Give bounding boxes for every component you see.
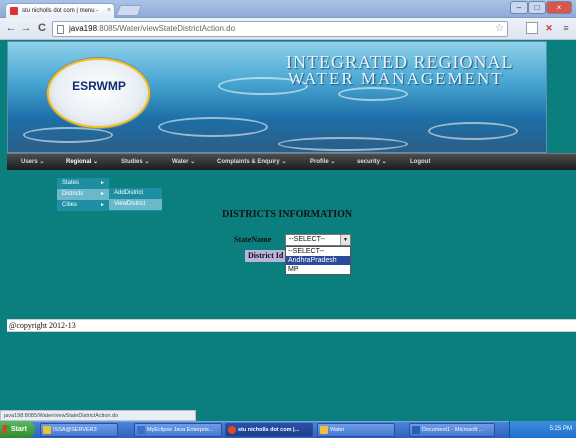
esrwmp-logo bbox=[47, 58, 150, 128]
page-action-icon[interactable] bbox=[526, 22, 538, 34]
taskbar-item[interactable]: Water bbox=[317, 423, 395, 437]
submenu-add-district[interactable]: AddDistrict bbox=[109, 188, 162, 199]
start-label: Start bbox=[11, 426, 27, 433]
state-option[interactable]: AndhraPradesh bbox=[286, 256, 350, 265]
page-icon bbox=[57, 25, 64, 34]
url-path: :8085/Water/viewStateDistrictAction.do bbox=[97, 24, 236, 33]
water-ripple bbox=[158, 117, 268, 137]
menu-logout[interactable]: Logout bbox=[410, 154, 430, 171]
menu-profile[interactable]: Profile ⌄ bbox=[310, 154, 335, 171]
taskbar-item[interactable]: Document1 - Microsoft ... bbox=[409, 423, 495, 437]
menu-studies[interactable]: Studies ⌄ bbox=[121, 154, 149, 171]
state-select[interactable]: --SELECT-- ▼ bbox=[285, 234, 351, 246]
menu-security[interactable]: security ⌄ bbox=[357, 154, 387, 171]
menu-users[interactable]: Users ⌄ bbox=[21, 154, 44, 171]
state-select-value: --SELECT-- bbox=[289, 236, 326, 243]
taskbar-item-label: Water bbox=[330, 427, 345, 433]
server-icon bbox=[43, 426, 51, 434]
water-ripple bbox=[278, 137, 408, 151]
minimize-button[interactable]: – bbox=[510, 1, 528, 14]
menu-water[interactable]: Water ⌄ bbox=[172, 154, 195, 171]
taskbar-item-label: MyEclipse Java Enterpris... bbox=[147, 427, 214, 433]
tab-close-icon[interactable]: × bbox=[107, 4, 111, 18]
submenu-view-district[interactable]: ViewDistrict bbox=[109, 199, 162, 210]
menu-regional[interactable]: Regional ⌄ bbox=[66, 154, 98, 171]
state-option[interactable]: --SELECT-- bbox=[286, 247, 350, 256]
submenu-arrow-icon: ► bbox=[100, 180, 105, 186]
favicon-icon bbox=[10, 7, 18, 15]
system-tray: 5:25 PM bbox=[509, 421, 576, 438]
submenu-arrow-icon: ► bbox=[100, 191, 105, 197]
taskbar-item[interactable]: MyEclipse Java Enterpris... bbox=[134, 423, 222, 437]
state-dropdown-list: --SELECT-- AndhraPradesh MP bbox=[285, 246, 351, 275]
submenu-cities[interactable]: Cities ► bbox=[57, 200, 109, 211]
water-ripple bbox=[428, 122, 518, 140]
browser-tab[interactable]: stu nicholls dot com | menu - × bbox=[5, 3, 115, 18]
water-ripple bbox=[338, 87, 408, 101]
wrench-menu-icon[interactable]: ≡ bbox=[560, 22, 572, 34]
url-host: java198 bbox=[69, 24, 98, 33]
forward-icon[interactable]: → bbox=[19, 21, 33, 35]
word-icon bbox=[412, 426, 420, 434]
address-bar[interactable]: java198:8085/Water/viewStateDistrictActi… bbox=[52, 21, 508, 37]
chrome-icon bbox=[228, 426, 236, 434]
folder-icon bbox=[320, 426, 328, 434]
submenu-states-label: States bbox=[62, 180, 80, 186]
state-name-label: StateName bbox=[234, 235, 272, 244]
taskbar-item-label: ISSA@SERVER3 bbox=[53, 427, 97, 433]
state-option[interactable]: MP bbox=[286, 265, 350, 274]
browser-status-bar: java198:8085/Water/viewStateDistrictActi… bbox=[0, 410, 196, 421]
district-id-label: District Id bbox=[245, 250, 286, 262]
submenu-arrow-icon: ► bbox=[100, 202, 105, 208]
windows-flag-icon bbox=[3, 425, 10, 433]
copyright-footer: @copyright 2012-13 bbox=[7, 319, 576, 332]
chevron-down-icon[interactable]: ▼ bbox=[340, 235, 350, 245]
extension-icon[interactable]: ✕ bbox=[543, 22, 555, 34]
taskbar-item-label: stu nicholls dot com |... bbox=[238, 427, 300, 433]
taskbar-item-label: Document1 - Microsoft ... bbox=[422, 427, 484, 433]
bookmark-star-icon[interactable]: ☆ bbox=[495, 22, 504, 36]
taskbar-item[interactable]: stu nicholls dot com |... bbox=[225, 423, 313, 437]
main-menu-bar: Users ⌄ Regional ⌄ Studies ⌄ Water ⌄ Com… bbox=[7, 153, 576, 170]
submenu-states[interactable]: States ► bbox=[57, 178, 109, 189]
new-tab-button[interactable] bbox=[115, 5, 143, 16]
regional-submenu: States ► Districts ► Cities ► bbox=[57, 178, 109, 211]
districts-submenu: AddDistrict ViewDistrict bbox=[109, 188, 162, 211]
submenu-districts-label: Districts bbox=[62, 191, 84, 197]
submenu-cities-label: Cities bbox=[62, 202, 78, 208]
page-heading: DISTRICTS INFORMATION bbox=[222, 209, 353, 220]
tab-title: stu nicholls dot com | menu - bbox=[22, 8, 99, 14]
reload-icon[interactable]: C bbox=[35, 21, 49, 35]
water-ripple bbox=[23, 127, 113, 143]
menu-complaints-enquiry[interactable]: Complaints & Enquiry ⌄ bbox=[217, 154, 286, 171]
taskbar-item[interactable]: ISSA@SERVER3 bbox=[40, 423, 118, 437]
logo-text: ESRWMP bbox=[72, 79, 126, 93]
eclipse-icon bbox=[137, 426, 145, 434]
clock[interactable]: 5:25 PM bbox=[550, 426, 572, 432]
start-button[interactable]: Start bbox=[0, 421, 35, 438]
maximize-button[interactable]: □ bbox=[528, 1, 546, 14]
close-window-button[interactable]: × bbox=[546, 1, 572, 14]
submenu-districts[interactable]: Districts ► bbox=[57, 189, 109, 200]
back-icon[interactable]: ← bbox=[4, 21, 18, 35]
banner-title-line2: WATER MANAGEMENT bbox=[288, 69, 504, 88]
